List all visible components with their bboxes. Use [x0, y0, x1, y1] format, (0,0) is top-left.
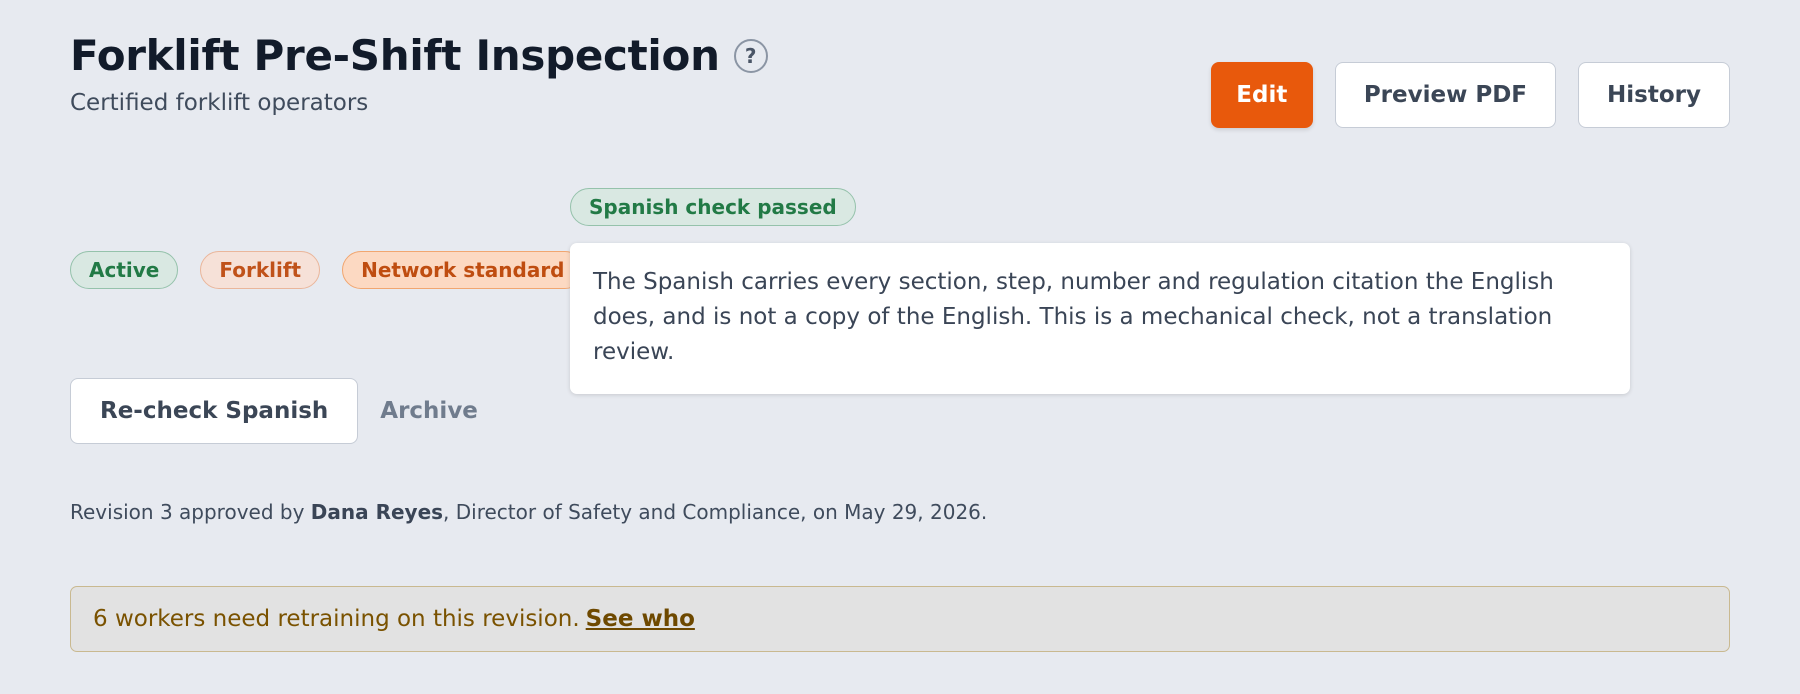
- spanish-check-badge: Spanish check passed: [570, 188, 856, 226]
- spanish-check-description: The Spanish carries every section, step,…: [570, 243, 1630, 394]
- status-badges: Active Forklift Network standard: [70, 251, 584, 289]
- see-who-link[interactable]: See who: [586, 606, 695, 632]
- secondary-actions: Re-check Spanish Archive: [70, 378, 478, 444]
- category-badge-forklift: Forklift: [200, 251, 321, 289]
- revision-prefix: Revision 3 approved by: [70, 500, 311, 524]
- help-icon[interactable]: ?: [733, 39, 768, 73]
- retraining-message: 6 workers need retraining on this revisi…: [93, 606, 580, 632]
- page-title: Forklift Pre-Shift Inspection: [70, 31, 720, 80]
- scope-badge-network-standard: Network standard: [342, 251, 584, 289]
- page-header: Forklift Pre-Shift Inspection ? Certifie…: [70, 30, 768, 116]
- revision-info: Revision 3 approved by Dana Reyes, Direc…: [70, 500, 987, 524]
- archive-link[interactable]: Archive: [380, 398, 478, 424]
- history-button[interactable]: History: [1578, 62, 1730, 128]
- approver-name: Dana Reyes: [310, 500, 444, 524]
- header-actions: Edit Preview PDF History: [1210, 62, 1730, 128]
- page-subtitle: Certified forklift operators: [70, 90, 369, 116]
- title-row: Forklift Pre-Shift Inspection ?: [70, 30, 768, 82]
- preview-pdf-button[interactable]: Preview PDF: [1334, 62, 1557, 128]
- recheck-spanish-button[interactable]: Re-check Spanish: [70, 378, 359, 444]
- edit-button[interactable]: Edit: [1210, 62, 1313, 128]
- revision-suffix: , Director of Safety and Compliance, on …: [443, 500, 988, 524]
- retraining-banner: 6 workers need retraining on this revisi…: [70, 586, 1730, 652]
- spanish-check-panel: Spanish check passed The Spanish carries…: [570, 188, 1630, 394]
- status-badge-active: Active: [70, 251, 179, 289]
